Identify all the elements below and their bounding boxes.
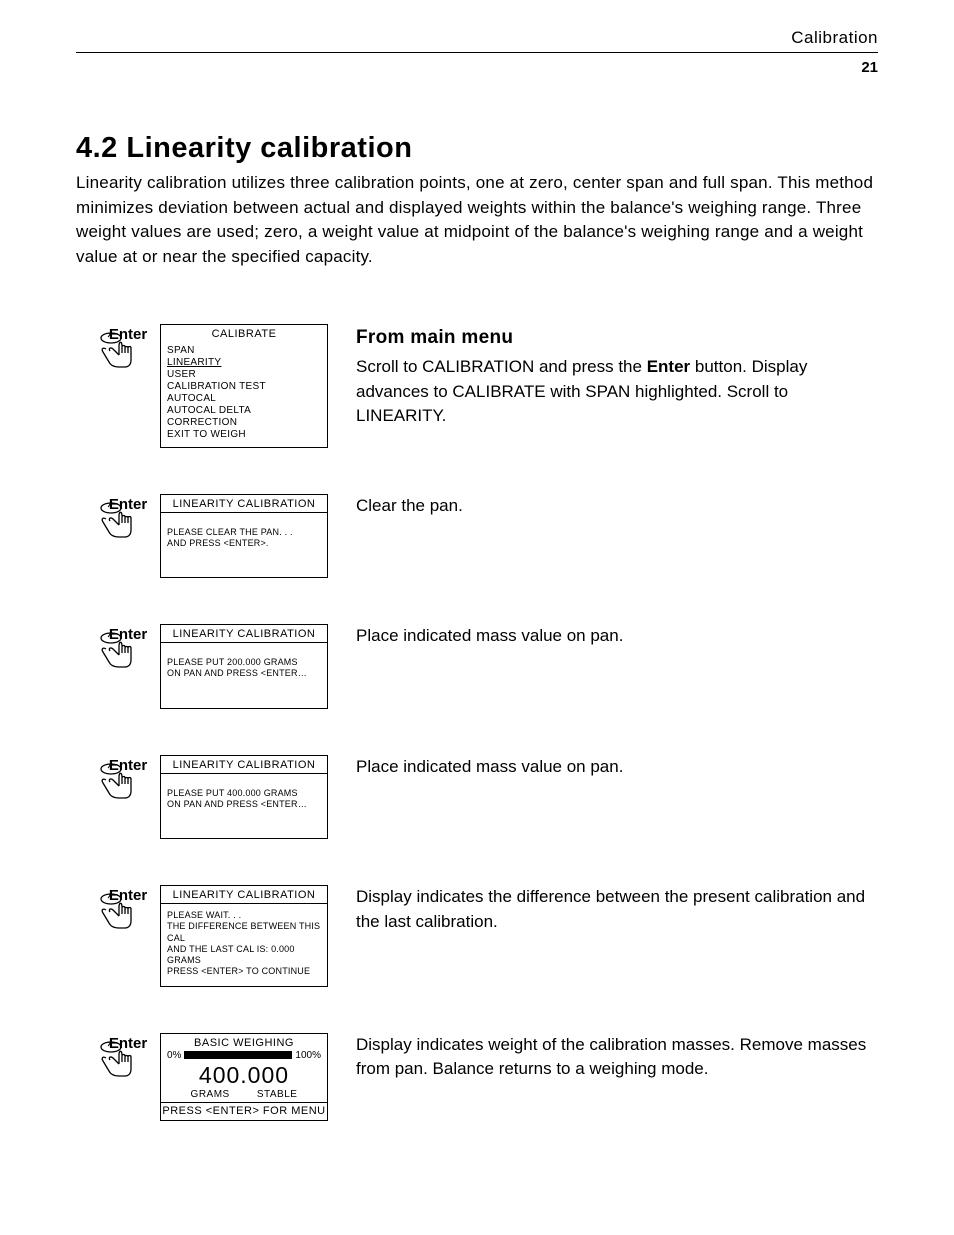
step-text: Display indicates the difference between… [356, 885, 878, 934]
display-screen: LINEARITY CALIBRATION PLEASE CLEAR THE P… [160, 494, 328, 579]
enter-label: Enter [109, 887, 147, 904]
screen-footer: PRESS <ENTER> FOR MENU [161, 1102, 327, 1120]
running-head: Calibration [76, 28, 878, 48]
page: Calibration 21 4.2 Linearity calibration… [0, 0, 954, 1235]
screen-title: LINEARITY CALIBRATION [161, 495, 327, 513]
screen-line: AND PRESS <ENTER>. [167, 538, 321, 549]
description-column: From main menu Scroll to CALIBRATION and… [356, 324, 878, 429]
description-column: Place indicated mass value on pan. [356, 624, 878, 649]
menu-item: CALIBRATION TEST [167, 381, 321, 393]
enter-label: Enter [109, 626, 147, 643]
step-row: Enter LINEARITY CALIBRATION PLEASE CLEAR… [76, 494, 878, 579]
pct-high: 100% [295, 1050, 321, 1061]
screen-line: PLEASE PUT 400.000 GRAMS [167, 788, 321, 799]
section-title: 4.2 Linearity calibration [76, 132, 878, 165]
screen-line: PLEASE CLEAR THE PAN. . . [167, 527, 321, 538]
menu-item: LINEARITY [167, 357, 321, 369]
step-text: Place indicated mass value on pan. [356, 755, 878, 780]
description-column: Display indicates the difference between… [356, 885, 878, 934]
screen-title: LINEARITY CALIBRATION [161, 756, 327, 774]
screen-line: THE DIFFERENCE BETWEEN THIS CAL [167, 921, 321, 944]
screen-message: PLEASE CLEAR THE PAN. . .AND PRESS <ENTE… [161, 513, 327, 578]
enter-label: Enter [109, 757, 147, 774]
enter-column: Enter [76, 885, 160, 939]
screen-title: LINEARITY CALIBRATION [161, 625, 327, 643]
screen-column: LINEARITY CALIBRATION PLEASE CLEAR THE P… [160, 494, 332, 579]
screen-title: LINEARITY CALIBRATION [161, 886, 327, 904]
menu-item: EXIT TO WEIGH [167, 429, 321, 441]
enter-ref: Enter [647, 357, 690, 376]
progress-row: 0% 100% [161, 1050, 327, 1061]
progress-bar [184, 1051, 292, 1059]
screen-line: PRESS <ENTER> TO CONTINUE [167, 966, 321, 977]
enter-column: Enter [76, 624, 160, 678]
menu-item: USER [167, 369, 321, 381]
unit-row: GRAMS STABLE [161, 1089, 327, 1102]
screen-line: ON PAN AND PRESS <ENTER… [167, 668, 321, 679]
step-text: Scroll to CALIBRATION and press the Ente… [356, 355, 878, 429]
step-text: Place indicated mass value on pan. [356, 624, 878, 649]
description-column: Place indicated mass value on pan. [356, 755, 878, 780]
header-rule [76, 52, 878, 53]
screen-column: CALIBRATE SPANLINEARITYUSERCALIBRATION T… [160, 324, 332, 448]
screen-column: LINEARITY CALIBRATION PLEASE PUT 200.000… [160, 624, 332, 709]
enter-column: Enter [76, 494, 160, 548]
step-row: Enter LINEARITY CALIBRATION PLEASE WAIT.… [76, 885, 878, 987]
screen-message: PLEASE PUT 400.000 GRAMSON PAN AND PRESS… [161, 774, 327, 839]
unit-label: GRAMS [191, 1089, 230, 1100]
screen-line: AND THE LAST CAL IS: 0.000 GRAMS [167, 944, 321, 967]
steps-container: Enter CALIBRATE SPANLINEARITYUSERCALIBRA… [76, 324, 878, 1121]
description-column: Display indicates weight of the calibrat… [356, 1033, 878, 1082]
step-row: Enter CALIBRATE SPANLINEARITYUSERCALIBRA… [76, 324, 878, 448]
section-intro: Linearity calibration utilizes three cal… [76, 171, 878, 270]
step-row: Enter BASIC WEIGHING 0% 100% 400.000 GRA… [76, 1033, 878, 1121]
screen-message: PLEASE WAIT. . .THE DIFFERENCE BETWEEN T… [161, 904, 327, 986]
screen-line: PLEASE WAIT. . . [167, 910, 321, 921]
screen-title: BASIC WEIGHING [161, 1034, 327, 1050]
display-screen: LINEARITY CALIBRATION PLEASE PUT 400.000… [160, 755, 328, 840]
display-screen: LINEARITY CALIBRATION PLEASE WAIT. . .TH… [160, 885, 328, 987]
screen-column: LINEARITY CALIBRATION PLEASE PUT 400.000… [160, 755, 332, 840]
menu-item: AUTOCAL [167, 393, 321, 405]
display-screen: LINEARITY CALIBRATION PLEASE PUT 200.000… [160, 624, 328, 709]
enter-label: Enter [109, 1035, 147, 1052]
screen-line: PLEASE PUT 200.000 GRAMS [167, 657, 321, 668]
enter-column: Enter [76, 1033, 160, 1087]
screen-title: CALIBRATE [161, 325, 327, 342]
weight-value: 400.000 [161, 1061, 327, 1089]
display-screen: BASIC WEIGHING 0% 100% 400.000 GRAMS STA… [160, 1033, 328, 1121]
screen-menu: SPANLINEARITYUSERCALIBRATION TESTAUTOCAL… [161, 342, 327, 447]
menu-item: SPAN [167, 345, 321, 357]
enter-label: Enter [109, 326, 147, 343]
enter-column: Enter [76, 324, 160, 378]
step-heading: From main menu [356, 324, 878, 352]
screen-message: PLEASE PUT 200.000 GRAMSON PAN AND PRESS… [161, 643, 327, 708]
screen-line: ON PAN AND PRESS <ENTER… [167, 799, 321, 810]
status-label: STABLE [257, 1089, 298, 1100]
pct-low: 0% [167, 1050, 181, 1061]
step-text: Clear the pan. [356, 494, 878, 519]
page-number: 21 [76, 59, 878, 76]
step-row: Enter LINEARITY CALIBRATION PLEASE PUT 2… [76, 624, 878, 709]
enter-column: Enter [76, 755, 160, 809]
menu-item: AUTOCAL DELTA CORRECTION [167, 405, 321, 429]
enter-label: Enter [109, 496, 147, 513]
step-text: Display indicates weight of the calibrat… [356, 1033, 878, 1082]
description-column: Clear the pan. [356, 494, 878, 519]
display-screen: CALIBRATE SPANLINEARITYUSERCALIBRATION T… [160, 324, 328, 448]
screen-column: BASIC WEIGHING 0% 100% 400.000 GRAMS STA… [160, 1033, 332, 1121]
screen-column: LINEARITY CALIBRATION PLEASE WAIT. . .TH… [160, 885, 332, 987]
step-row: Enter LINEARITY CALIBRATION PLEASE PUT 4… [76, 755, 878, 840]
